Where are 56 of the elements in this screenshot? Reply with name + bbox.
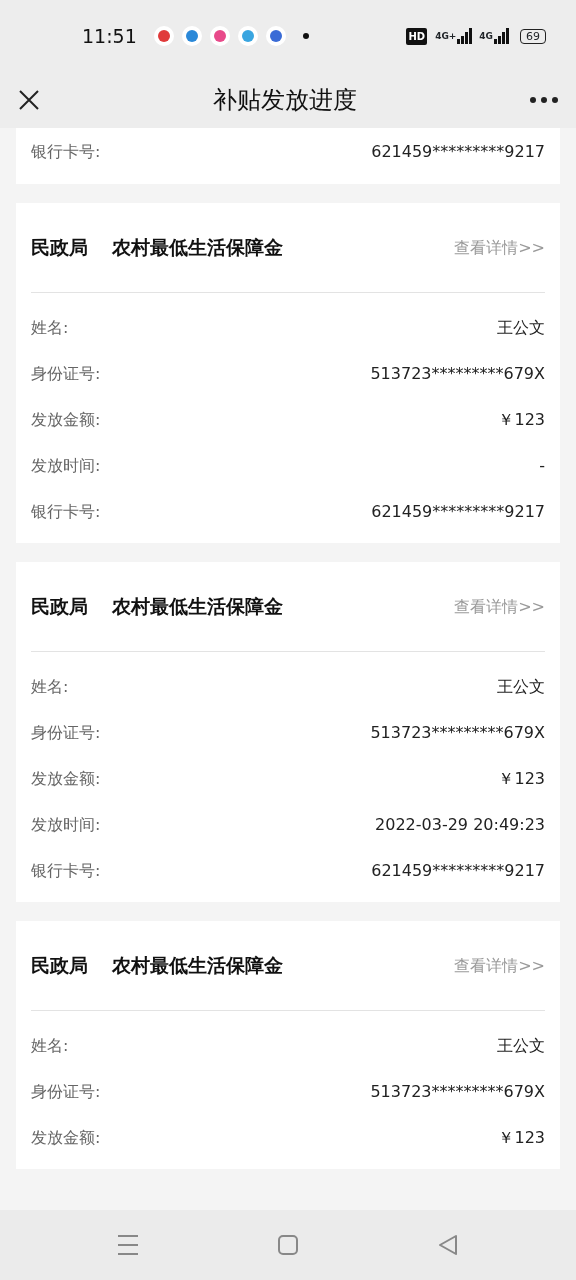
subsidy-name: 农村最低生活保障金 bbox=[112, 594, 284, 620]
field-value: 513723*********679X bbox=[370, 363, 545, 385]
signal-icon bbox=[457, 28, 474, 44]
app-notification-icon bbox=[236, 25, 259, 47]
field-value: ￥123 bbox=[498, 768, 545, 790]
view-details-link[interactable]: 查看详情>> bbox=[454, 594, 545, 619]
field-label: 发放时间: bbox=[31, 814, 101, 836]
field-label: 发放金额: bbox=[31, 1127, 101, 1149]
field-value: 621459*********9217 bbox=[371, 501, 545, 523]
field-value: 王公文 bbox=[497, 317, 545, 339]
view-details-link[interactable]: 查看详情>> bbox=[454, 953, 545, 978]
field-label: 发放时间: bbox=[31, 455, 101, 477]
field-label: 银行卡号: bbox=[31, 860, 101, 882]
subsidy-name: 农村最低生活保障金 bbox=[112, 953, 284, 979]
field-value: 513723*********679X bbox=[370, 1081, 545, 1103]
app-notification-icon bbox=[208, 25, 231, 47]
more-notifications-icon bbox=[302, 33, 309, 39]
field-label: 身份证号: bbox=[31, 722, 101, 744]
field-value: 621459*********9217 bbox=[371, 141, 545, 163]
field-label: 姓名: bbox=[31, 1035, 69, 1057]
app-notification-icon bbox=[264, 25, 287, 47]
home-icon[interactable] bbox=[276, 1233, 300, 1257]
department-name: 民政局 bbox=[31, 594, 88, 620]
view-details-link[interactable]: 查看详情>> bbox=[454, 235, 545, 260]
department-name: 民政局 bbox=[31, 235, 88, 261]
field-label: 银行卡号: bbox=[31, 141, 101, 163]
app-notification-icon bbox=[180, 25, 203, 47]
page-title: 补贴发放进度 bbox=[213, 85, 357, 116]
field-value: 王公文 bbox=[497, 1035, 545, 1057]
subsidy-name: 农村最低生活保障金 bbox=[112, 235, 284, 261]
signal-icon bbox=[494, 28, 510, 44]
status-time: 11:51 bbox=[82, 23, 137, 49]
network-type: 4G+ bbox=[435, 31, 457, 41]
field-label: 姓名: bbox=[31, 676, 69, 698]
field-value: 王公文 bbox=[497, 676, 545, 698]
network-type: 4G bbox=[479, 31, 493, 41]
more-icon[interactable] bbox=[530, 97, 558, 103]
close-icon[interactable] bbox=[18, 89, 40, 111]
field-label: 身份证号: bbox=[31, 1081, 101, 1103]
field-label: 身份证号: bbox=[31, 363, 101, 385]
field-value: - bbox=[539, 455, 545, 477]
field-value: ￥123 bbox=[498, 1127, 545, 1149]
field-value: ￥123 bbox=[498, 409, 545, 431]
field-value: 2022-03-29 20:49:23 bbox=[375, 814, 545, 836]
app-notification-icon bbox=[152, 25, 175, 47]
field-value: 621459*********9217 bbox=[371, 860, 545, 882]
field-label: 发放金额: bbox=[31, 768, 101, 790]
field-label: 银行卡号: bbox=[31, 501, 101, 523]
battery-level: 69 bbox=[520, 28, 546, 44]
hd-indicator: HD bbox=[406, 27, 428, 45]
field-value: 513723*********679X bbox=[370, 722, 545, 744]
field-label: 发放金额: bbox=[31, 409, 101, 431]
back-icon[interactable] bbox=[436, 1233, 460, 1257]
field-label: 姓名: bbox=[31, 317, 69, 339]
menu-icon[interactable] bbox=[116, 1233, 140, 1257]
department-name: 民政局 bbox=[31, 953, 88, 979]
